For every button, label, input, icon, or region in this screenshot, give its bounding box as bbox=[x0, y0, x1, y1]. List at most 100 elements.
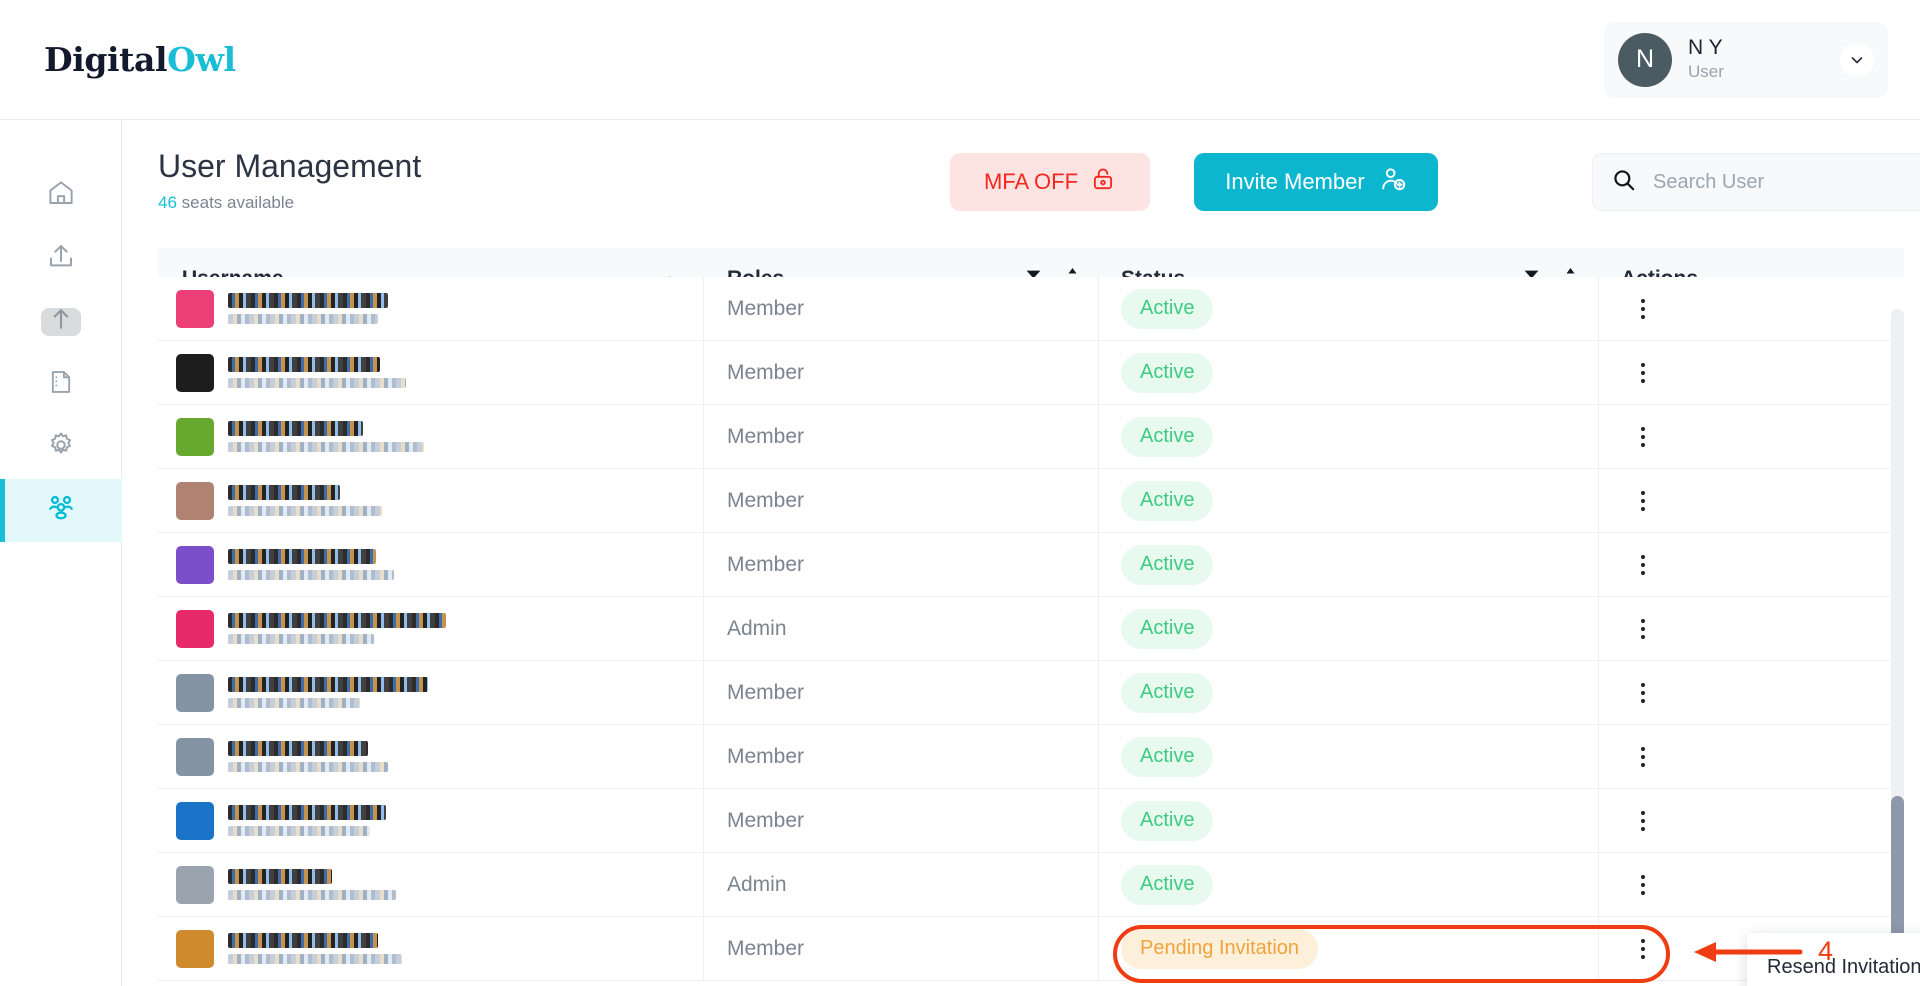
avatar bbox=[176, 929, 214, 968]
sidebar bbox=[0, 120, 122, 986]
status-badge: Active bbox=[1121, 672, 1214, 713]
user-identity bbox=[228, 933, 402, 964]
row-actions-menu-button[interactable] bbox=[1621, 350, 1665, 395]
user-identity bbox=[228, 293, 388, 324]
seats-count: 46 bbox=[158, 192, 177, 212]
annotation-step-number: 4 bbox=[1818, 936, 1834, 966]
page-header: User Management 46 seats available MFA O… bbox=[122, 120, 1920, 238]
mfa-toggle-button[interactable]: MFA OFF bbox=[950, 153, 1150, 211]
search-input[interactable] bbox=[1653, 170, 1920, 194]
cell-role: Member bbox=[704, 277, 1099, 340]
sidebar-item-settings[interactable] bbox=[0, 416, 122, 479]
status-badge: Active bbox=[1121, 288, 1214, 329]
cell-status: Active bbox=[1099, 853, 1599, 916]
cell-role: Admin bbox=[704, 597, 1099, 660]
table-row[interactable]: Member Active bbox=[158, 405, 1904, 469]
table-row[interactable]: Member Pending Invitation bbox=[158, 917, 1904, 981]
table-row[interactable]: Member Active bbox=[158, 277, 1904, 341]
table-row[interactable]: Admin Active bbox=[158, 853, 1904, 917]
row-actions-menu-button[interactable] bbox=[1621, 734, 1665, 779]
cell-username bbox=[158, 533, 704, 596]
status-badge: Active bbox=[1121, 480, 1214, 521]
status-badge: Active bbox=[1121, 416, 1214, 457]
user-email-text bbox=[228, 378, 406, 388]
row-actions-menu-button[interactable] bbox=[1621, 798, 1665, 843]
user-management-page: DigitalOwl N N Y User User Management 46… bbox=[0, 0, 1920, 986]
avatar bbox=[176, 353, 214, 392]
row-actions-menu-button[interactable] bbox=[1621, 478, 1665, 523]
row-actions-menu-button[interactable] bbox=[1621, 670, 1665, 715]
status-badge: Pending Invitation bbox=[1121, 928, 1319, 969]
sidebar-item-users[interactable] bbox=[0, 479, 122, 542]
brand-name-accent: Owl bbox=[167, 40, 236, 79]
username-text bbox=[228, 357, 380, 372]
document-icon bbox=[47, 368, 75, 401]
row-actions-menu-button[interactable] bbox=[1621, 926, 1665, 971]
brand-name-primary: Digital bbox=[44, 40, 168, 79]
lock-icon bbox=[1090, 166, 1116, 198]
brand-logo[interactable]: DigitalOwl bbox=[44, 40, 236, 79]
search-icon bbox=[1611, 167, 1637, 198]
row-actions-menu-button[interactable] bbox=[1621, 414, 1665, 459]
cell-status: Active bbox=[1099, 597, 1599, 660]
username-text bbox=[228, 485, 340, 500]
row-actions-menu-button[interactable] bbox=[1621, 286, 1665, 331]
arrow-up-icon bbox=[46, 304, 76, 339]
cell-actions bbox=[1599, 341, 1899, 404]
user-email-text bbox=[228, 890, 396, 900]
row-actions-menu-button[interactable] bbox=[1621, 862, 1665, 907]
users-table: Username Roles bbox=[158, 248, 1904, 986]
username-text bbox=[228, 933, 378, 948]
mfa-label: MFA OFF bbox=[983, 169, 1079, 194]
sidebar-item-uploads-progress[interactable] bbox=[0, 290, 122, 353]
cell-role: Member bbox=[704, 725, 1099, 788]
cell-username bbox=[158, 725, 704, 788]
user-email-text bbox=[228, 570, 394, 580]
username-text bbox=[228, 741, 368, 756]
row-actions-menu-button[interactable] bbox=[1621, 542, 1665, 587]
table-row[interactable]: Member Active bbox=[158, 661, 1904, 725]
cell-role: Member bbox=[704, 341, 1099, 404]
sidebar-item-home[interactable] bbox=[0, 164, 122, 227]
row-actions-menu-button[interactable] bbox=[1621, 606, 1665, 651]
invite-label: Invite Member bbox=[1225, 169, 1365, 194]
avatar bbox=[176, 545, 214, 584]
sidebar-item-upload[interactable] bbox=[0, 227, 122, 290]
table-row[interactable]: Member Active bbox=[158, 341, 1904, 405]
avatar bbox=[176, 865, 214, 904]
cell-actions bbox=[1599, 277, 1899, 340]
cell-role: Member bbox=[704, 469, 1099, 532]
avatar bbox=[176, 289, 214, 328]
avatar bbox=[176, 737, 214, 776]
sidebar-item-documents[interactable] bbox=[0, 353, 122, 416]
chevron-down-icon[interactable] bbox=[1840, 42, 1874, 77]
table-row[interactable]: Admin Active bbox=[158, 597, 1904, 661]
cell-status: Active bbox=[1099, 277, 1599, 340]
user-email-text bbox=[228, 762, 388, 772]
table-row[interactable]: Member Active bbox=[158, 469, 1904, 533]
gear-icon bbox=[46, 430, 76, 465]
user-meta: N Y User bbox=[1688, 35, 1840, 84]
seats-available: 46 seats available bbox=[158, 193, 758, 213]
user-account-menu[interactable]: N N Y User bbox=[1604, 21, 1888, 98]
cell-actions bbox=[1599, 789, 1899, 852]
table-row[interactable]: Member Active bbox=[158, 789, 1904, 853]
invite-member-button[interactable]: Invite Member bbox=[1194, 153, 1438, 211]
cell-username bbox=[158, 853, 704, 916]
cell-status: Active bbox=[1099, 533, 1599, 596]
table-scrollbar[interactable] bbox=[1891, 309, 1904, 986]
search-container[interactable] bbox=[1592, 153, 1920, 211]
user-email-text bbox=[228, 314, 378, 324]
username-text bbox=[228, 677, 428, 692]
table-row[interactable]: Member Active bbox=[158, 533, 1904, 597]
status-badge: Active bbox=[1121, 352, 1214, 393]
user-email-text bbox=[228, 954, 402, 964]
cell-status: Pending Invitation bbox=[1099, 917, 1599, 980]
avatar bbox=[176, 673, 214, 712]
status-badge: Active bbox=[1121, 608, 1214, 649]
user-email-text bbox=[228, 506, 382, 516]
table-row[interactable]: Member Active bbox=[158, 725, 1904, 789]
username-text bbox=[228, 293, 388, 308]
app-header: DigitalOwl N N Y User bbox=[0, 0, 1920, 120]
user-identity bbox=[228, 805, 386, 836]
